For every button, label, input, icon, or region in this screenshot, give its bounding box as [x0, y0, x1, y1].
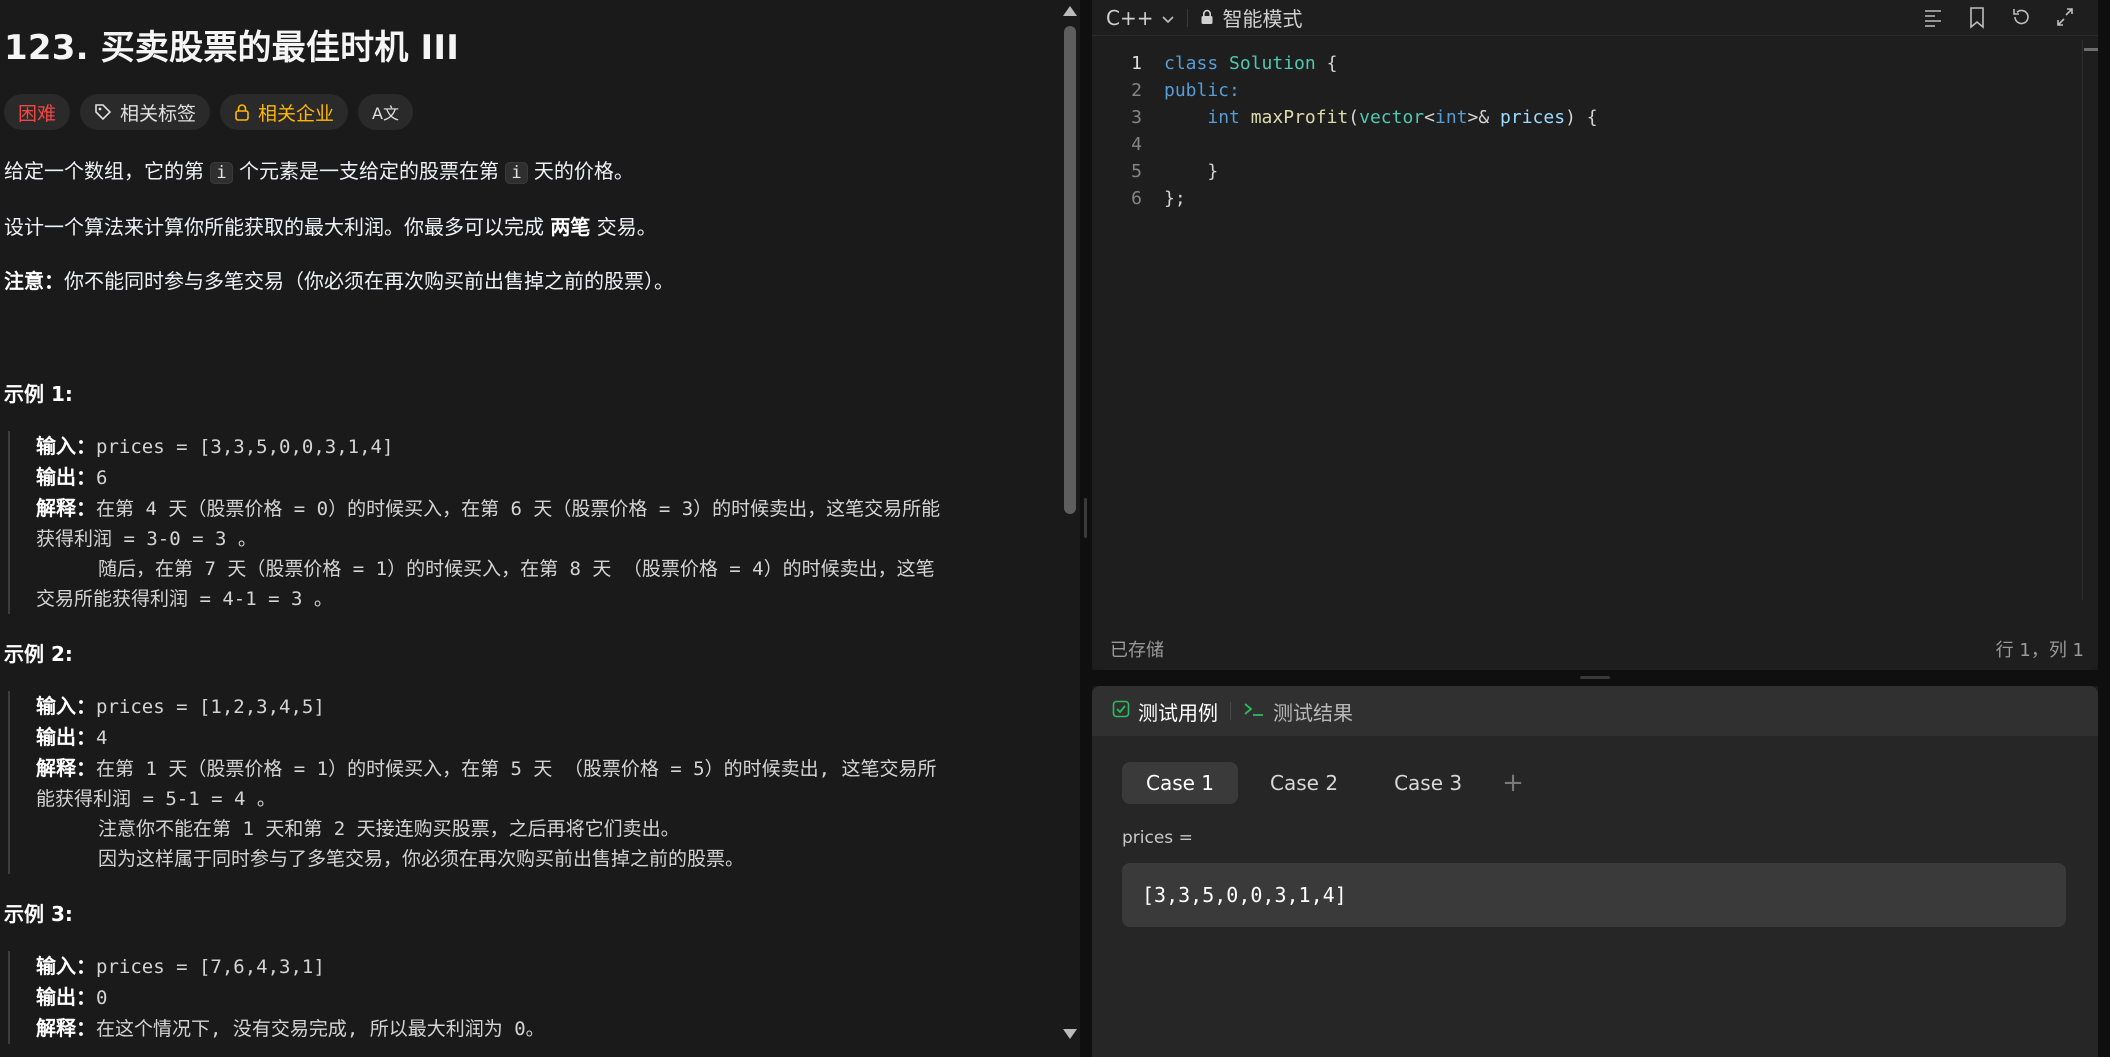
horizontal-splitter[interactable] [1092, 670, 2098, 686]
translate-icon: A文 [372, 104, 399, 123]
testcase-panel-header: 测试用例 测试结果 [1092, 686, 2098, 736]
case-tabs: Case 1 Case 2 Case 3 + [1122, 762, 1524, 804]
tag-icon [94, 103, 112, 121]
editor-scrollbar[interactable] [2082, 40, 2098, 600]
related-tags-label: 相关标签 [120, 102, 197, 125]
line-number: 3 [1131, 107, 1142, 128]
case-tab-3[interactable]: Case 3 [1370, 762, 1486, 804]
example-3-title: 示例 3: [4, 902, 73, 926]
tab-results-label: 测试结果 [1273, 700, 1353, 725]
inline-code: i [210, 162, 233, 184]
saved-status: 已存储 [1110, 640, 1164, 661]
checkbox-icon [1112, 699, 1130, 723]
problem-scrollbar[interactable] [1058, 0, 1080, 1057]
line-number: 6 [1131, 188, 1142, 209]
vertical-splitter[interactable] [1080, 0, 1092, 1057]
tab-divider [1230, 702, 1231, 720]
window-edge [2098, 0, 2110, 1057]
problem-title: 123. 买卖股票的最佳时机 III [4, 28, 460, 68]
param-label: prices = [1122, 828, 1193, 848]
description-paragraph-2: 设计一个算法来计算你所能获取的最大利润。你最多可以完成 两笔 交易。 [4, 215, 657, 239]
example-1-title: 示例 1: [4, 382, 73, 406]
problem-pane: 123. 买卖股票的最佳时机 III 困难 相关标签 相关企业 A文 给定一个数… [0, 0, 1058, 1057]
scrollbar-thumb[interactable] [1064, 26, 1076, 514]
description-note: 注意：你不能同时参与多笔交易（你必须在再次购买前出售掉之前的股票）。 [4, 269, 674, 293]
toolbar-divider [1187, 8, 1189, 27]
fullscreen-icon[interactable] [2054, 4, 2076, 30]
code-line[interactable]: 5 } [1092, 158, 2098, 185]
language-label: C++ [1106, 5, 1154, 30]
example-1-block: 输入：prices = [3,3,5,0,0,3,1,4] 输出：6 解释：在第… [8, 431, 1040, 614]
description-paragraph-1: 给定一个数组，它的第 i 个元素是一支给定的股票在第 i 天的价格。 [4, 159, 634, 184]
tab-results[interactable]: 测试结果 [1243, 697, 1353, 726]
testcase-panel: 测试用例 测试结果 Case 1 Case 2 Case 3 + prices … [1092, 686, 2098, 1057]
line-number: 5 [1131, 161, 1142, 182]
terminal-icon [1243, 699, 1265, 723]
code-editor: C++ 智能模式 1 class Solution {2 public: 3 … [1092, 0, 2098, 670]
example-3-block: 输入：prices = [7,6,4,3,1] 输出：0 解释：在这个情况下, … [8, 951, 1040, 1044]
case-tab-1[interactable]: Case 1 [1122, 762, 1239, 804]
related-companies-label: 相关企业 [258, 102, 335, 125]
difficulty-badge: 困难 [4, 94, 71, 130]
splitter-grip[interactable] [1084, 498, 1087, 538]
smart-mode-label: 智能模式 [1222, 7, 1303, 31]
scroll-down-arrow-icon[interactable] [1063, 1029, 1077, 1039]
code-line[interactable]: 4 [1092, 131, 2098, 158]
lock-icon [1200, 6, 1214, 30]
cursor-position: 行 1，列 1 [1995, 640, 2084, 661]
line-number: 4 [1131, 134, 1142, 155]
reset-icon[interactable] [2010, 4, 2032, 30]
tab-testcases[interactable]: 测试用例 [1112, 697, 1218, 726]
splitter-grip[interactable] [1580, 676, 1610, 679]
bookmark-icon[interactable] [1966, 4, 1988, 30]
code-line[interactable]: 1 class Solution { [1092, 50, 2098, 77]
tab-testcases-label: 测试用例 [1138, 700, 1218, 725]
case-tab-2[interactable]: Case 2 [1246, 762, 1362, 804]
example-2-block: 输入：prices = [1,2,3,4,5] 输出：4 解释：在第 1 天（股… [8, 691, 1040, 874]
code-line[interactable]: 6 }; [1092, 185, 2098, 212]
line-number: 2 [1131, 80, 1142, 101]
difficulty-label: 困难 [18, 102, 57, 125]
format-icon[interactable] [1922, 4, 1944, 30]
code-line[interactable]: 3 int maxProfit(vector<int>& prices) { [1092, 104, 2098, 131]
related-companies-button[interactable]: 相关企业 [220, 94, 349, 130]
related-tags-button[interactable]: 相关标签 [80, 94, 211, 130]
param-input[interactable]: [3,3,5,0,0,3,1,4] [1122, 863, 2066, 927]
editor-status-bar: 已存储 行 1，列 1 [1092, 628, 2098, 670]
scroll-up-arrow-icon[interactable] [1063, 6, 1077, 16]
code-area[interactable]: 1 class Solution { 2 public: 3 int maxPr… [1092, 50, 2098, 212]
language-select[interactable]: C++ [1106, 6, 1175, 30]
lock-icon [234, 103, 250, 121]
line-number: 1 [1131, 53, 1142, 74]
chevron-down-icon [1161, 6, 1175, 30]
cursor-marker [2084, 48, 2098, 51]
code-line[interactable]: 2 public: [1092, 77, 2098, 104]
translate-button[interactable]: A文 [358, 94, 413, 130]
inline-code: i [505, 162, 528, 184]
editor-toolbar: C++ 智能模式 [1092, 0, 2098, 36]
smart-mode-toggle[interactable]: 智能模式 [1200, 3, 1302, 32]
example-2-title: 示例 2: [4, 642, 73, 666]
add-case-button[interactable]: + [1494, 762, 1524, 804]
editor-tools [1922, 4, 2076, 30]
problem-tags: 困难 相关标签 相关企业 A文 [4, 94, 1040, 130]
